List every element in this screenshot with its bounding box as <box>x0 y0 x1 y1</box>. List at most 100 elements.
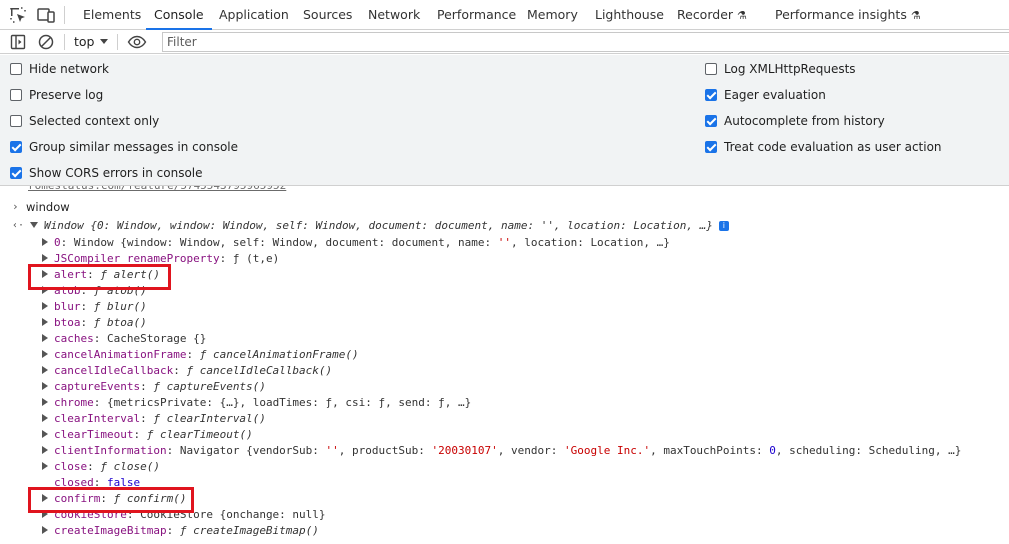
property-row[interactable]: captureEvents: ƒ captureEvents() <box>42 379 266 395</box>
hide-network-checkbox[interactable]: Hide network <box>10 60 109 78</box>
experimental-flask-icon: ⚗ <box>737 9 747 22</box>
log-xmlhttprequests-checkbox[interactable]: Log XMLHttpRequests <box>705 60 856 78</box>
eye-icon[interactable] <box>127 33 147 51</box>
property-row[interactable]: close: ƒ close() <box>42 459 160 475</box>
property-key: cancelIdleCallback <box>54 364 174 377</box>
selected-context-only-checkbox[interactable]: Selected context only <box>10 112 159 130</box>
property-row[interactable]: chrome: {metricsPrivate: {…}, loadTimes:… <box>42 395 471 411</box>
property-row[interactable]: cancelIdleCallback: ƒ cancelIdleCallback… <box>42 363 332 379</box>
property-key: blur <box>54 300 81 313</box>
property-row[interactable]: clearTimeout: ƒ clearTimeout() <box>42 427 253 443</box>
property-row[interactable]: blur: ƒ blur() <box>42 299 147 315</box>
property-value: ƒ blur() <box>93 300 147 313</box>
expand-triangle-icon[interactable] <box>42 462 48 470</box>
checkbox-label: Autocomplete from history <box>724 114 885 128</box>
autocomplete-from-history-checkbox[interactable]: Autocomplete from history <box>705 112 885 130</box>
group-similar-checkbox[interactable]: Group similar messages in console <box>10 138 238 156</box>
property-key: 0 <box>54 236 61 249</box>
property-value: ƒ cancelIdleCallback() <box>186 364 333 377</box>
tab-lighthouse[interactable]: Lighthouse <box>595 0 664 30</box>
info-icon[interactable]: i <box>718 221 729 231</box>
filter-input[interactable] <box>162 32 1009 52</box>
property-key: chrome <box>54 396 94 409</box>
property-colon: : <box>93 396 107 409</box>
sidebar-toggle-icon[interactable] <box>9 33 27 51</box>
checkbox-box[interactable] <box>10 63 22 75</box>
checkbox-box[interactable] <box>705 141 717 153</box>
property-row[interactable]: 0: Window {window: Window, self: Window,… <box>42 235 670 251</box>
property-colon: : <box>186 348 200 361</box>
checkbox-box[interactable] <box>10 141 22 153</box>
window-object-preview: Window {0: Window, window: Window, self:… <box>44 219 713 232</box>
property-row[interactable]: cancelAnimationFrame: ƒ cancelAnimationF… <box>42 347 359 363</box>
property-value: ƒ (t,e) <box>232 252 280 265</box>
property-row[interactable]: clearInterval: ƒ clearInterval() <box>42 411 266 427</box>
property-value: ƒ cancelAnimationFrame() <box>199 348 359 361</box>
device-toolbar-icon[interactable] <box>36 5 56 25</box>
eager-evaluation-checkbox[interactable]: Eager evaluation <box>705 86 826 104</box>
property-colon: : <box>80 300 94 313</box>
clear-console-icon[interactable] <box>37 33 55 51</box>
tab-memory[interactable]: Memory <box>527 0 578 30</box>
tab-performance[interactable]: Performance <box>437 0 516 30</box>
chevron-down-icon[interactable] <box>100 39 108 44</box>
checkbox-box[interactable] <box>10 167 22 179</box>
expand-triangle-icon[interactable] <box>42 414 48 422</box>
tab-elements[interactable]: Elements <box>83 0 141 30</box>
expand-triangle-icon[interactable] <box>42 334 48 342</box>
property-colon: : <box>93 332 107 345</box>
property-colon: : <box>173 364 187 377</box>
expand-triangle-icon[interactable] <box>42 446 48 454</box>
checkbox-label: Show CORS errors in console <box>29 166 203 180</box>
expand-triangle-icon[interactable] <box>42 526 48 534</box>
result-content: Window {0: Window, window: Window, self:… <box>30 218 729 234</box>
expand-triangle-icon[interactable] <box>42 318 48 326</box>
checkbox-box[interactable] <box>10 89 22 101</box>
js-context-select[interactable]: top <box>74 30 94 54</box>
tab-application[interactable]: Application <box>219 0 289 30</box>
expand-triangle-icon[interactable] <box>42 254 48 262</box>
inspect-element-icon[interactable] <box>8 5 28 25</box>
property-key: createImageBitmap <box>54 524 167 537</box>
expand-triangle-icon[interactable] <box>42 382 48 390</box>
property-colon: : <box>140 412 154 425</box>
property-key: caches <box>54 332 94 345</box>
treat-code-evaluation-checkbox[interactable]: Treat code evaluation as user action <box>705 138 942 156</box>
property-row[interactable]: clientInformation: Navigator {vendorSub:… <box>42 443 961 459</box>
console-output: romestatus.com/feature/5745543795965952 … <box>0 186 1009 544</box>
preserve-log-checkbox[interactable]: Preserve log <box>10 86 103 104</box>
property-value: ƒ clearTimeout() <box>146 428 253 441</box>
tab-performance-insights-label: Performance insights <box>775 7 907 22</box>
property-colon: : <box>219 252 233 265</box>
previous-message-link[interactable]: romestatus.com/feature/5745543795965952 <box>28 186 286 194</box>
tab-separator <box>64 6 65 24</box>
tab-sources[interactable]: Sources <box>303 0 352 30</box>
checkbox-box[interactable] <box>705 89 717 101</box>
property-row[interactable]: createImageBitmap: ƒ createImageBitmap() <box>42 523 319 539</box>
console-result-line[interactable]: ‹· Window {0: Window, window: Window, se… <box>0 218 1009 234</box>
tab-recorder[interactable]: Recorder ⚗ <box>677 0 747 30</box>
expand-triangle-icon[interactable] <box>42 398 48 406</box>
expand-triangle-icon[interactable] <box>42 350 48 358</box>
tab-network[interactable]: Network <box>368 0 420 30</box>
tab-performance-insights[interactable]: Performance insights ⚗ <box>775 0 921 30</box>
highlight-box-confirm <box>28 487 194 513</box>
expand-triangle-icon[interactable] <box>42 238 48 246</box>
show-cors-errors-checkbox[interactable]: Show CORS errors in console <box>10 164 203 182</box>
devtools-tab-bar: Elements Console Application Sources Net… <box>0 0 1009 30</box>
tab-console[interactable]: Console <box>146 0 212 30</box>
property-value: ƒ createImageBitmap() <box>179 524 319 537</box>
property-row[interactable]: caches: CacheStorage {} <box>42 331 206 347</box>
property-colon: : <box>166 524 180 537</box>
property-key: clearInterval <box>54 412 141 425</box>
expand-triangle-icon[interactable] <box>42 430 48 438</box>
checkbox-box[interactable] <box>705 63 717 75</box>
property-value: Navigator {vendorSub: '', productSub: '2… <box>179 444 962 457</box>
expand-triangle-icon[interactable] <box>42 366 48 374</box>
property-row[interactable]: btoa: ƒ btoa() <box>42 315 147 331</box>
expand-triangle-icon[interactable] <box>42 302 48 310</box>
expand-triangle-icon[interactable] <box>30 222 38 228</box>
tab-recorder-label: Recorder <box>677 7 734 22</box>
checkbox-box[interactable] <box>10 115 22 127</box>
checkbox-box[interactable] <box>705 115 717 127</box>
